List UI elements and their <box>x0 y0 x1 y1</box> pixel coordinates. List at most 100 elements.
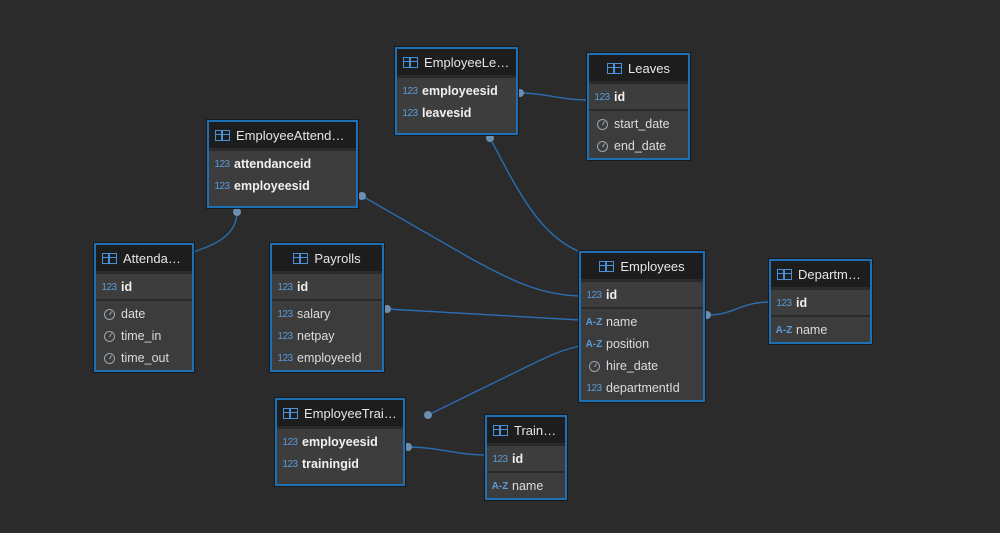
column-row[interactable]: A-Z name <box>581 311 703 333</box>
table-icon <box>403 56 418 68</box>
numeric-type-icon: 123 <box>402 85 418 97</box>
column-row[interactable]: 123 id <box>581 284 703 306</box>
link-payrolls-employees[interactable] <box>386 308 581 321</box>
table-icon <box>283 407 298 419</box>
column-row[interactable]: end_date <box>589 135 688 157</box>
column-name: leavesid <box>422 106 472 120</box>
column-row[interactable]: start_date <box>589 113 688 135</box>
numeric-type-icon: 123 <box>492 453 508 465</box>
table-icon <box>777 268 792 280</box>
column-name: id <box>297 280 309 294</box>
link-endpoint <box>233 208 241 216</box>
table-footer <box>209 198 356 206</box>
column-name: employeesid <box>422 84 498 98</box>
table-title: Departments <box>798 266 864 282</box>
clock-icon <box>100 308 118 320</box>
column-row[interactable]: 123 netpay <box>272 325 382 347</box>
table-title: EmployeeLea... <box>424 54 510 70</box>
column-row[interactable]: 123 departmentId <box>581 377 703 399</box>
table-departments[interactable]: Departments 123 id A-Zname <box>769 259 872 344</box>
column-row[interactable]: time_in <box>96 325 192 347</box>
numeric-type-icon: 123 <box>402 107 418 119</box>
column-row[interactable]: 123 salary <box>272 303 382 325</box>
table-title: Leaves <box>628 60 670 76</box>
table-icon <box>102 252 117 264</box>
table-leaves[interactable]: Leaves 123 id start_date end_date <box>587 53 690 160</box>
columns: A-Z name <box>487 471 565 498</box>
column-name: departmentId <box>606 381 680 395</box>
column-row[interactable]: 123 id <box>272 276 382 298</box>
numeric-type-icon: 123 <box>594 91 610 103</box>
link-employeeleaves-employees[interactable] <box>489 137 581 253</box>
link-employeeattendances-attendances[interactable] <box>192 211 238 253</box>
column-row[interactable]: 123 employeesid <box>277 431 403 453</box>
table-title: Attendances <box>123 250 186 266</box>
column-row[interactable]: A-Z name <box>771 319 870 341</box>
numeric-type-icon: 123 <box>282 436 298 448</box>
text-type-icon: A-Z <box>775 324 793 336</box>
column-row[interactable]: 123 id <box>771 292 870 314</box>
column-row[interactable]: A-Z name <box>487 475 565 497</box>
column-name: start_date <box>614 117 670 131</box>
column-row[interactable]: 123 id <box>589 86 688 108</box>
table-employeeleaves[interactable]: EmployeeLea... 123 employeesid 123 leavesid <box>395 47 518 135</box>
column-name: end_date <box>614 139 667 153</box>
table-icon <box>607 62 623 74</box>
table-employeetrainings[interactable]: EmployeeTraini... 123 employeesid 123 traini… <box>275 398 405 486</box>
column-name: hire_date <box>606 359 659 373</box>
table-header[interactable]: EmployeeTraini... <box>277 400 403 427</box>
table-header[interactable]: Attendances <box>96 245 192 272</box>
column-name: netpay <box>297 329 335 343</box>
table-trainings[interactable]: Trainings 123 id A-Zname <box>485 415 567 500</box>
table-icon <box>493 424 508 436</box>
table-header[interactable]: EmployeeLea... <box>397 49 516 76</box>
table-header[interactable]: Employees <box>581 253 703 280</box>
columns: A-Z name <box>771 315 870 342</box>
key-columns: 123 attendanceid 123 employeesid <box>209 149 356 198</box>
column-row[interactable]: 123 employeeId <box>272 347 382 369</box>
column-name: id <box>606 288 618 302</box>
link-employeeattendances-employees[interactable] <box>361 195 581 297</box>
column-row[interactable]: 123 attendanceid <box>209 153 356 175</box>
link-endpoint <box>383 305 391 313</box>
clock-icon <box>593 140 611 152</box>
table-header[interactable]: EmployeeAttendan... <box>209 122 356 149</box>
column-name: employeesid <box>234 179 310 193</box>
table-employees[interactable]: Employees 123 id A-Z name A-Z position hire_dat… <box>579 251 705 402</box>
column-row[interactable]: 123 employeesid <box>209 175 356 197</box>
link-employeetrainings-employees[interactable] <box>427 345 581 416</box>
table-header[interactable]: Leaves <box>589 55 688 82</box>
table-header[interactable]: Payrolls <box>272 245 382 272</box>
column-row[interactable]: A-Z position <box>581 333 703 355</box>
column-row[interactable]: 123 trainingid <box>277 453 403 475</box>
text-type-icon: A-Z <box>585 338 603 350</box>
numeric-type-icon: 123 <box>282 458 298 470</box>
numeric-type-icon: 123 <box>586 289 602 301</box>
table-employeeattendances[interactable]: EmployeeAttendan... 123 attendanceid 123 emp… <box>207 120 358 208</box>
link-employeeleaves-leaves[interactable] <box>519 92 589 101</box>
table-footer <box>397 125 516 133</box>
column-name: position <box>606 337 650 351</box>
column-row[interactable]: 123 id <box>487 448 565 470</box>
link-employeetrainings-trainings[interactable] <box>407 446 487 456</box>
link-endpoint <box>424 411 432 419</box>
clock-icon <box>593 118 611 130</box>
column-name: employeeId <box>297 351 362 365</box>
column-name: attendanceid <box>234 157 312 171</box>
table-payrolls[interactable]: Payrolls 123 id 123 salary 123 netpay 123 employ… <box>270 243 384 372</box>
columns: A-Z name A-Z position hire_date 123 department… <box>581 307 703 400</box>
column-row[interactable]: 123 leavesid <box>397 102 516 124</box>
column-row[interactable]: hire_date <box>581 355 703 377</box>
column-name: time_out <box>121 351 169 365</box>
column-name: time_in <box>121 329 162 343</box>
column-row[interactable]: 123 id <box>96 276 192 298</box>
column-name: date <box>121 307 146 321</box>
link-employees-departments[interactable] <box>706 301 771 316</box>
column-row[interactable]: 123 employeesid <box>397 80 516 102</box>
key-columns: 123 id <box>96 272 192 299</box>
table-attendances[interactable]: Attendances 123 id date time_in time_out <box>94 243 194 372</box>
table-header[interactable]: Trainings <box>487 417 565 444</box>
column-row[interactable]: time_out <box>96 347 192 369</box>
table-header[interactable]: Departments <box>771 261 870 288</box>
column-row[interactable]: date <box>96 303 192 325</box>
